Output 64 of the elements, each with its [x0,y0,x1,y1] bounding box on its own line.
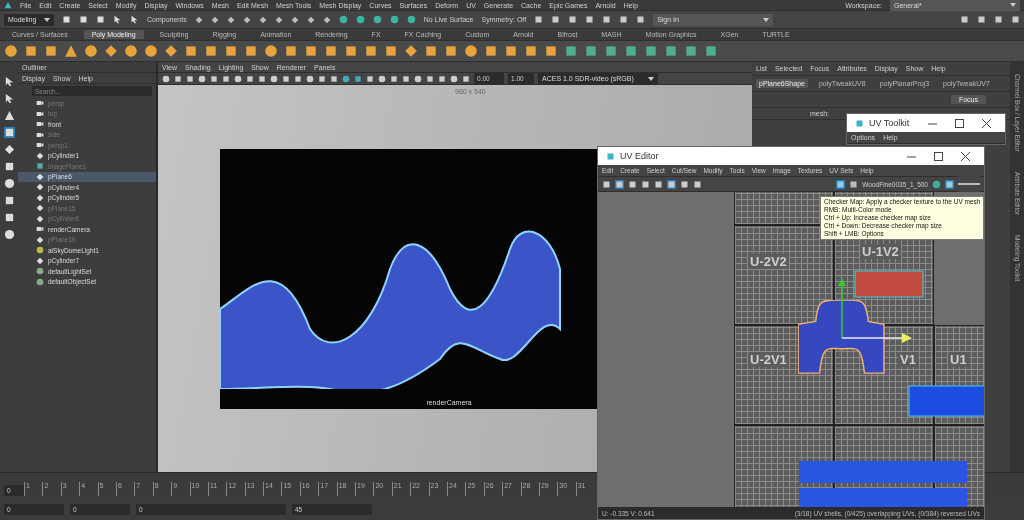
sphere-icon[interactable] [144,44,158,58]
cube-icon[interactable] [604,44,618,58]
caret-icon [1010,3,1016,7]
cube-icon[interactable] [24,44,38,58]
close-icon[interactable] [960,151,970,161]
tool-icon[interactable] [3,195,15,206]
cube-icon[interactable] [704,44,718,58]
cube-icon[interactable] [624,44,638,58]
cube-icon[interactable] [244,44,258,58]
tool-icon[interactable] [3,212,15,223]
app-logo-icon[interactable] [4,1,12,9]
select-tool-icon[interactable] [3,76,15,87]
uv-shell-drawing [854,270,924,298]
close-icon[interactable] [981,118,991,128]
sphere-icon[interactable] [464,44,478,58]
tool-icon[interactable] [3,178,15,189]
cube-icon[interactable] [344,44,358,58]
sphere-icon[interactable] [84,44,98,58]
cube-icon[interactable] [204,44,218,58]
tool-icon[interactable] [3,127,15,138]
tile-label: U1 [948,352,969,367]
sphere-icon[interactable] [4,44,18,58]
caret-icon [648,76,654,81]
cube-icon[interactable] [284,44,298,58]
tile-label: U-2V1 [748,352,789,367]
cube-icon[interactable] [384,44,398,58]
cube-icon[interactable] [644,44,658,58]
cube-icon[interactable] [424,44,438,58]
checker-icon[interactable] [849,179,859,189]
cube-icon[interactable] [304,44,318,58]
cube-icon[interactable] [564,44,578,58]
tile-label: U-2V2 [748,254,789,269]
cube-icon[interactable] [184,44,198,58]
sphere-icon[interactable] [124,44,138,58]
cube-icon[interactable] [44,44,58,58]
cube-icon[interactable] [584,44,598,58]
cone-icon[interactable] [64,44,78,58]
maximize-icon[interactable] [933,151,943,161]
cube-icon[interactable] [684,44,698,58]
tool-icon[interactable] [3,144,15,155]
cube-icon[interactable] [484,44,498,58]
window-title: UV Toolkit [869,118,910,128]
cube-icon[interactable] [324,44,338,58]
tool-icon[interactable] [3,110,15,121]
cube-icon[interactable] [364,44,378,58]
cube-icon[interactable] [504,44,518,58]
diamond-icon[interactable] [164,44,178,58]
tile-label: U-1V2 [860,244,901,259]
tool-icon[interactable] [3,161,15,172]
tool-icon[interactable] [3,229,15,240]
sphere-icon[interactable] [264,44,278,58]
diamond-icon[interactable] [404,44,418,58]
cube-icon[interactable] [664,44,678,58]
cube-icon[interactable] [224,44,238,58]
cube-icon[interactable] [524,44,538,58]
cube-icon[interactable] [444,44,458,58]
caret-icon [763,17,770,22]
diamond-icon[interactable] [104,44,118,58]
select-tool-icon[interactable] [3,93,15,104]
cube-icon[interactable] [544,44,558,58]
maximize-icon[interactable] [954,118,964,128]
window-title: UV Editor [620,151,659,161]
tile-label: V1 [898,352,918,367]
caret-icon [44,17,50,22]
